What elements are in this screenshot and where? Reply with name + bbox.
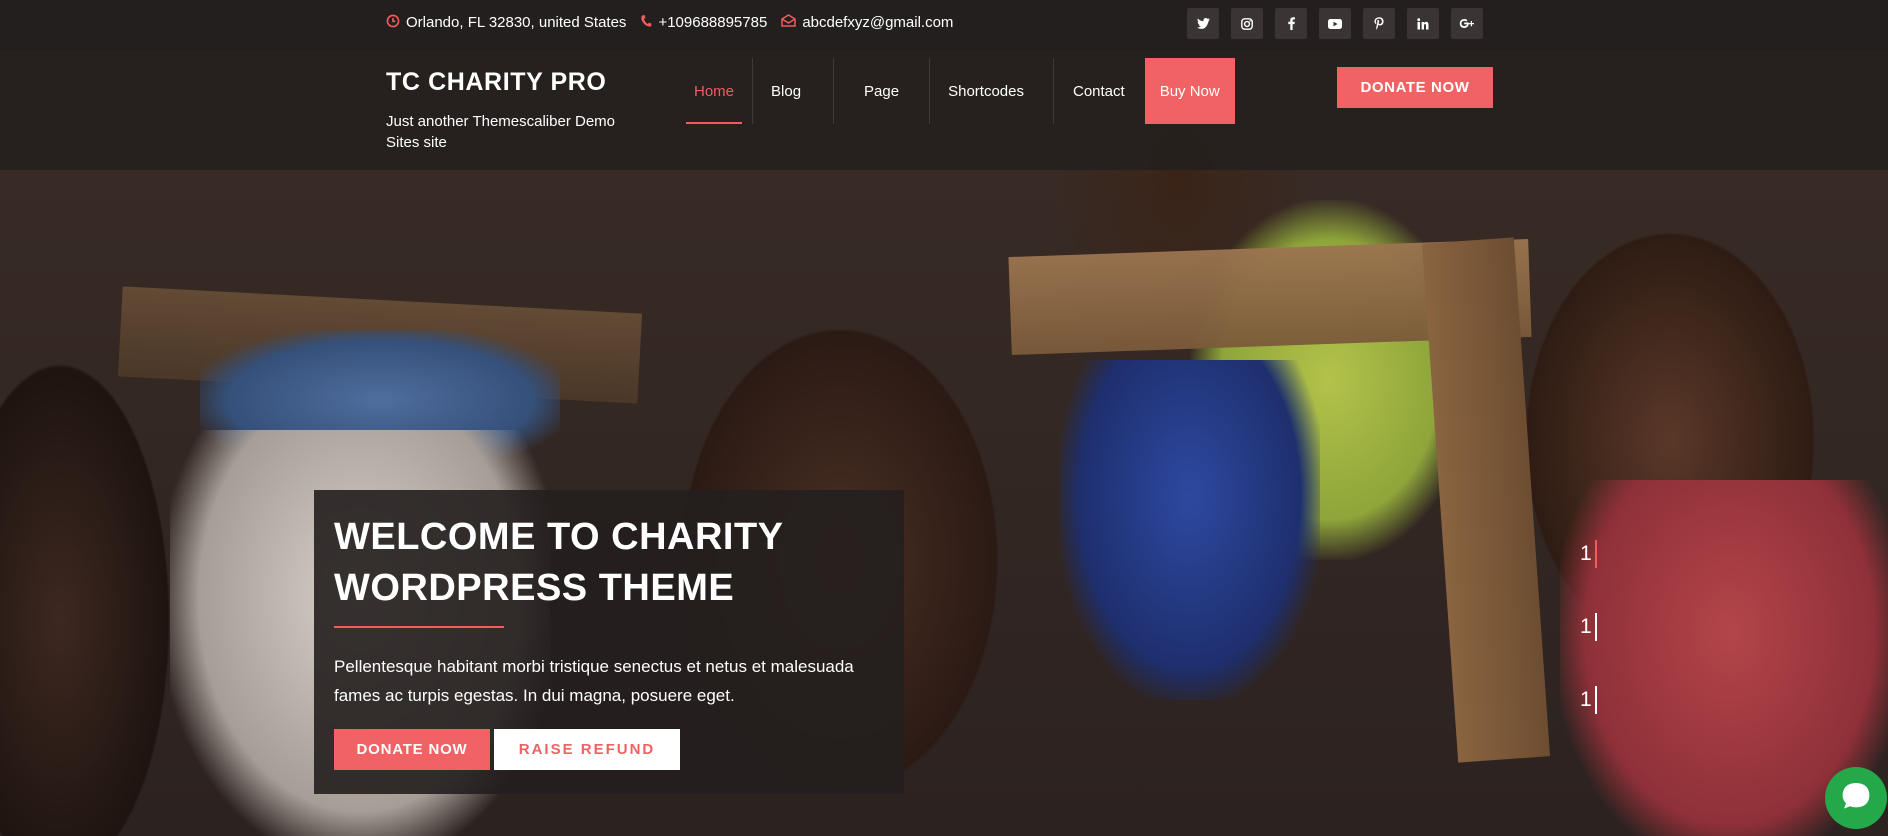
envelope-icon [781, 14, 797, 31]
google-plus-icon[interactable] [1451, 8, 1483, 39]
facebook-icon[interactable] [1275, 8, 1307, 39]
nav-item-shortcodes[interactable]: Shortcodes [929, 58, 1053, 124]
slide-indicator-number: 1 [1580, 542, 1592, 565]
raise-refund-button[interactable]: RAISE REFUND [494, 729, 680, 770]
donate-now-button[interactable]: DONATE NOW [334, 729, 490, 770]
heading-underline [334, 626, 504, 628]
scene-shape [1060, 360, 1320, 700]
phone-info[interactable]: +109688895785 [640, 14, 767, 32]
slide-indicator[interactable]: 1 [1580, 686, 1597, 714]
clock-icon [386, 14, 400, 32]
slide-indicator-bar [1594, 540, 1597, 568]
slide-indicator-number: 1 [1580, 615, 1592, 638]
nav-item-contact[interactable]: Contact [1052, 58, 1143, 124]
nav-item-blog[interactable]: Blog [752, 58, 833, 124]
chat-bubble-icon [1840, 780, 1872, 816]
top-info-bar: Orlando, FL 32830, united States +109688… [0, 0, 1888, 50]
slide-indicator-bar [1594, 613, 1597, 641]
youtube-icon[interactable] [1319, 8, 1351, 39]
slide-indicator-number: 1 [1580, 688, 1592, 711]
address-info: Orlando, FL 32830, united States [386, 14, 626, 32]
site-title[interactable]: TC CHARITY PRO [386, 68, 646, 97]
hero-description: Pellentesque habitant morbi tristique se… [334, 657, 854, 705]
main-navigation: Home Blog Page Shortcodes Contact Buy No… [676, 58, 1235, 124]
site-branding: TC CHARITY PRO Just another Themescalibe… [386, 68, 646, 153]
slide-indicator-bar [1594, 686, 1597, 714]
chat-widget-button[interactable] [1825, 767, 1887, 829]
phone-text[interactable]: +109688895785 [658, 14, 767, 31]
email-text[interactable]: abcdefxyz@gmail.com [802, 14, 953, 31]
nav-item-home[interactable]: Home [676, 58, 752, 124]
linkedin-icon[interactable] [1407, 8, 1439, 39]
site-header: TC CHARITY PRO Just another Themescalibe… [0, 50, 1888, 170]
contact-info: Orlando, FL 32830, united States +109688… [386, 0, 953, 45]
slider-caption-box: WELCOME TO CHARITY WORDPRESS THEME Pelle… [314, 490, 904, 794]
social-links [1187, 8, 1483, 39]
slide-indicator[interactable]: 1 [1580, 613, 1597, 641]
nav-item-page[interactable]: Page [833, 58, 929, 124]
email-info[interactable]: abcdefxyz@gmail.com [781, 14, 953, 31]
pinterest-icon[interactable] [1363, 8, 1395, 39]
hero-buttons: DONATE NOW RAISE REFUND [334, 729, 884, 770]
phone-icon [640, 14, 652, 32]
slide-indicator[interactable]: 1 [1580, 540, 1597, 568]
site-tagline: Just another Themescaliber Demo Sites si… [386, 113, 615, 151]
hero-heading: WELCOME TO CHARITY WORDPRESS THEME [334, 516, 783, 609]
instagram-icon[interactable] [1231, 8, 1263, 39]
twitter-icon[interactable] [1187, 8, 1219, 39]
address-text: Orlando, FL 32830, united States [406, 14, 627, 31]
buy-now-button[interactable]: Buy Now [1144, 58, 1235, 124]
donate-now-header-button[interactable]: DONATE NOW [1337, 67, 1493, 108]
